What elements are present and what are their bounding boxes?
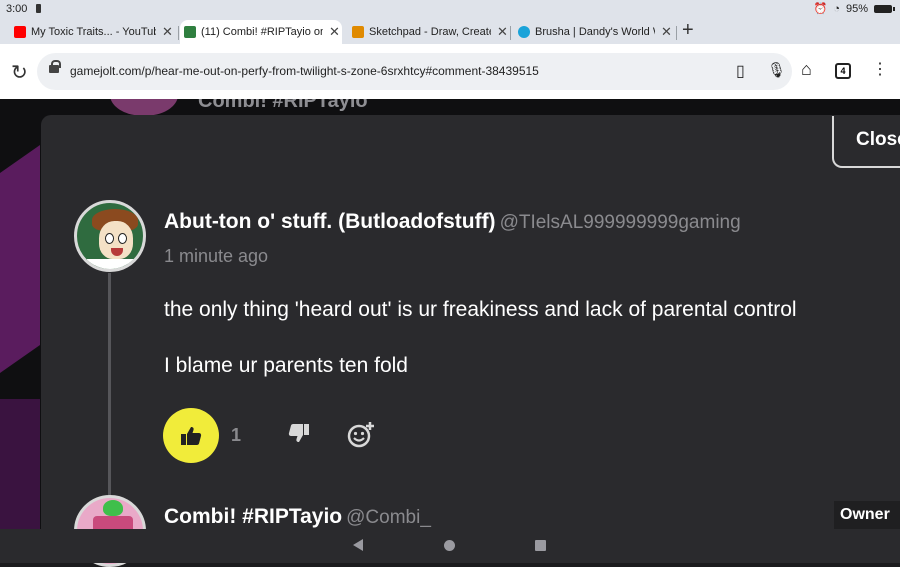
recents-icon[interactable] [535, 540, 546, 551]
tab-strip: My Toxic Traits... - YouTube ✕ (11) Comb… [0, 18, 900, 44]
home-nav-icon[interactable] [444, 540, 455, 551]
microphone-icon[interactable]: 🎙 [767, 61, 786, 79]
like-button[interactable] [163, 408, 219, 463]
sketchpad-icon [352, 26, 364, 38]
reply-author-name[interactable]: Combi! #RIPTayio [164, 505, 342, 528]
battery-icon [874, 4, 895, 13]
comment-author[interactable]: Abut-ton o' stuff. (Butloadofstuff) @TIel… [164, 210, 741, 234]
avatar[interactable] [74, 200, 146, 272]
close-icon[interactable]: ✕ [162, 24, 173, 40]
url-text[interactable]: gamejolt.com/p/hear-me-out-on-perfy-from… [70, 64, 539, 78]
owner-badge: Owner [834, 501, 900, 529]
youtube-icon [14, 26, 26, 38]
status-bar: 3:00 ⏰ ◔ 95% [0, 0, 900, 18]
bookmark-icon[interactable]: ▯ [736, 61, 745, 81]
tab-title: Sketchpad - Draw, Create, Sh [369, 26, 491, 38]
comment-body-line: I blame ur parents ten fold [164, 354, 408, 377]
status-right: ⏰ ◔ 95% [813, 2, 895, 15]
close-icon[interactable]: ✕ [329, 24, 340, 40]
tab-title: My Toxic Traits... - YouTube [31, 26, 156, 38]
reload-icon[interactable]: ↻ [11, 60, 28, 85]
thumbs-up-icon [181, 426, 202, 445]
tab-brusha[interactable]: Brusha | Dandy's World Wiki ✕ [514, 20, 672, 44]
notification-icon [36, 4, 41, 13]
close-icon[interactable]: ✕ [497, 24, 508, 40]
close-button[interactable]: Close [832, 116, 900, 168]
dislike-button[interactable] [288, 423, 310, 448]
gamejolt-icon [184, 26, 196, 38]
wifi-icon: ◔ [833, 2, 840, 15]
system-nav-bar [0, 529, 900, 563]
background-art [0, 144, 40, 374]
lock-icon [49, 60, 61, 73]
more-menu-icon[interactable]: ⋮ [872, 59, 888, 79]
author-handle[interactable]: @TIelsAL999999999gaming [500, 212, 741, 233]
tab-sketchpad[interactable]: Sketchpad - Draw, Create, Sh ✕ [348, 20, 508, 44]
tab-youtube[interactable]: My Toxic Traits... - YouTube ✕ [10, 20, 173, 44]
tab-title: Brusha | Dandy's World Wiki [535, 26, 655, 38]
author-name[interactable]: Abut-ton o' stuff. (Butloadofstuff) [164, 210, 496, 233]
address-bar[interactable]: gamejolt.com/p/hear-me-out-on-perfy-from… [37, 53, 792, 90]
tab-gamejolt[interactable]: (11) Combi! #RIPTayio on G ✕ [180, 20, 342, 44]
clock: 3:00 [6, 3, 28, 15]
tab-title: (11) Combi! #RIPTayio on G [201, 26, 323, 38]
alarm-icon: ⏰ [813, 3, 828, 15]
comment-body-line: the only thing 'heard out' is ur freakin… [164, 298, 797, 321]
tab-switcher-button[interactable]: 4 [835, 63, 851, 79]
close-icon[interactable]: ✕ [661, 24, 672, 40]
fandom-icon [518, 26, 530, 38]
browser-toolbar: ↻ gamejolt.com/p/hear-me-out-on-perfy-fr… [0, 44, 900, 99]
like-count: 1 [231, 425, 242, 445]
tab-divider [510, 26, 511, 40]
comment-timestamp[interactable]: 1 minute ago [164, 246, 268, 267]
thread-line [108, 273, 111, 503]
reply-author-handle[interactable]: @Combi_ [346, 507, 431, 528]
tab-divider [178, 26, 179, 40]
back-icon[interactable] [353, 539, 363, 551]
background-post-author: Combi! #RIPTayio [198, 99, 368, 112]
tab-divider [676, 26, 677, 40]
add-reaction-button[interactable] [347, 421, 375, 454]
background-art [0, 399, 40, 529]
home-icon[interactable]: ⌂ [801, 59, 812, 80]
new-tab-icon[interactable]: + [682, 19, 694, 42]
add-emoji-icon [347, 422, 374, 448]
reply-author[interactable]: Combi! #RIPTayio @Combi_ [164, 505, 431, 529]
background-avatar [110, 99, 178, 116]
battery-percent: 95% [845, 2, 868, 15]
comment-modal [41, 115, 900, 529]
thumbs-down-icon [288, 424, 309, 442]
